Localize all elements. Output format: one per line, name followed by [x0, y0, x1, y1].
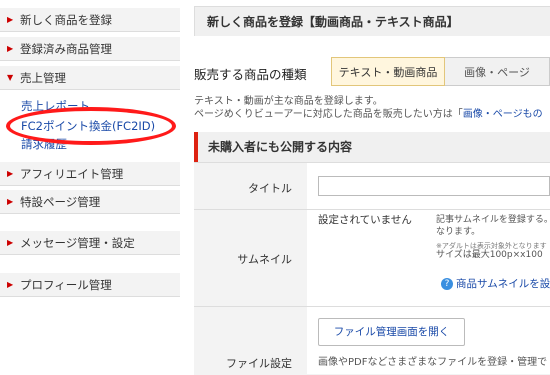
sidebar-item-label: アフィリエイト管理	[20, 167, 124, 181]
triangle-right-icon: ▶	[7, 238, 14, 247]
section-title: 未購入者にも公開する内容	[194, 132, 550, 162]
description-line2: ページめくりビューアーに対応した商品を販売したい方は「画像・ページもの	[194, 108, 543, 121]
title-label: タイトル	[248, 182, 292, 195]
tab-text-video[interactable]: テキスト・動画商品	[331, 57, 445, 86]
sidebar-item-new-product[interactable]: ▶ 新しく商品を登録	[0, 8, 180, 32]
open-file-manager-button[interactable]: ファイル管理画面を開く	[318, 318, 465, 346]
triangle-down-icon: ▼	[7, 73, 14, 82]
triangle-right-icon: ▶	[7, 15, 14, 24]
sidebar-item-affiliate[interactable]: ▶ アフィリエイト管理	[0, 162, 180, 186]
thumbnail-note-1: 記事サムネイルを登録する。	[436, 215, 550, 225]
highlight-ellipse	[6, 107, 176, 145]
sidebar-item-label: 新しく商品を登録	[20, 13, 112, 27]
triangle-right-icon: ▶	[7, 197, 14, 206]
sidebar-item-label: 特設ページ管理	[20, 195, 101, 209]
sidebar-item-profile[interactable]: ▶ プロフィール管理	[0, 273, 180, 297]
sidebar-item-label: 登録済み商品管理	[20, 42, 112, 56]
sidebar: ▶ 新しく商品を登録 ▶ 登録済み商品管理 ▼ 売上管理 売上レポート FC2ポ…	[0, 0, 180, 374]
thumbnail-note-2: なります。	[436, 227, 481, 237]
page-title: 新しく商品を登録【動画商品・テキスト商品】	[194, 6, 550, 36]
image-page-link[interactable]: 画像・ページもの	[463, 109, 543, 120]
row-divider	[194, 306, 550, 307]
thumbnail-help-text: 商品サムネイルを設	[456, 278, 550, 290]
sidebar-item-sales[interactable]: ▼ 売上管理	[0, 66, 180, 90]
file-settings-label: ファイル設定	[226, 357, 292, 370]
thumbnail-note-4: サイズは最大100p×x100	[436, 250, 543, 260]
thumbnail-label: サムネイル	[237, 253, 292, 266]
file-settings-note: 画像やPDFなどさまざまなファイルを登録・管理で	[318, 357, 548, 368]
description-line1: テキスト・動画が主な商品を登録します。	[194, 96, 383, 107]
help-icon: ?	[441, 278, 453, 290]
thumbnail-status: 設定されていません	[318, 214, 412, 226]
sidebar-item-message[interactable]: ▶ メッセージ管理・設定	[0, 231, 180, 255]
thumbnail-help-link[interactable]: ? 商品サムネイルを設	[441, 276, 550, 291]
title-input[interactable]	[318, 176, 550, 196]
main-content: 新しく商品を登録【動画商品・テキスト商品】 販売する商品の種類 テキスト・動画商…	[194, 0, 550, 375]
triangle-right-icon: ▶	[7, 280, 14, 289]
sidebar-item-label: プロフィール管理	[20, 278, 112, 292]
product-type-label: 販売する商品の種類	[194, 67, 307, 82]
sidebar-item-registered-products[interactable]: ▶ 登録済み商品管理	[0, 37, 180, 61]
row-divider	[194, 209, 550, 210]
triangle-right-icon: ▶	[7, 169, 14, 178]
description-text: ページめくりビューアーに対応した商品を販売したい方は「	[194, 109, 463, 120]
tab-image-page[interactable]: 画像・ページ	[445, 57, 550, 86]
sidebar-item-label: メッセージ管理・設定	[20, 236, 135, 250]
triangle-right-icon: ▶	[7, 44, 14, 53]
sidebar-item-label: 売上管理	[20, 71, 66, 85]
sidebar-item-special-page[interactable]: ▶ 特設ページ管理	[0, 190, 180, 214]
